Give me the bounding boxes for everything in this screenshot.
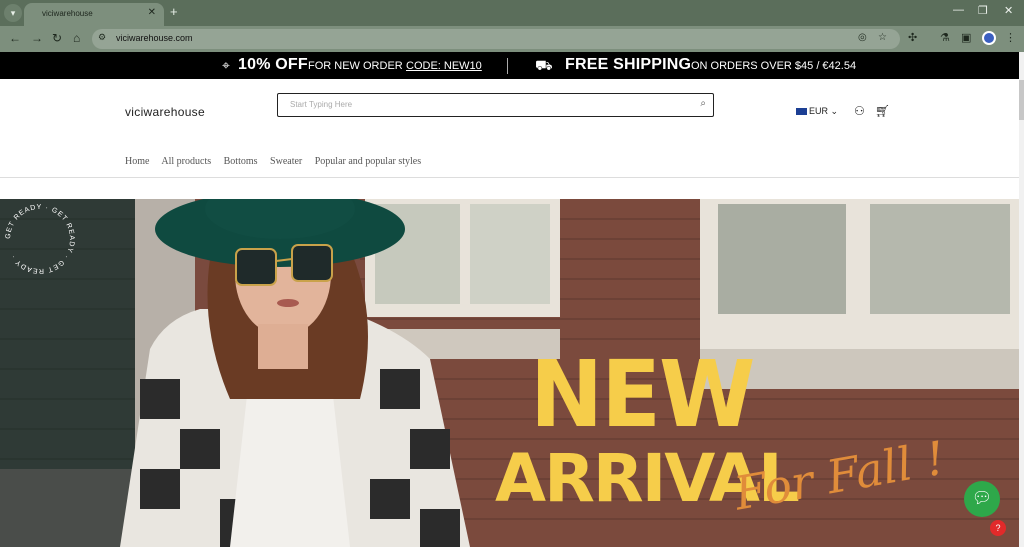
eu-flag-icon — [796, 108, 807, 116]
chevron-down-icon: ⌄ — [830, 106, 839, 116]
currency-label: EUR — [809, 106, 829, 116]
promo-bar: ⌖ 10% OFF FOR NEW ORDER CODE: NEW10 ⛟ FR… — [0, 52, 1019, 79]
address-bar[interactable]: ⚙ viciwarehouse.com ◎ ☆ — [92, 29, 900, 49]
search-placeholder: Start Typing Here — [290, 100, 353, 109]
url-text[interactable]: viciwarehouse.com — [116, 33, 193, 43]
close-window-icon[interactable]: ✕ — [1004, 4, 1013, 17]
promo-discount-text: FOR NEW ORDER — [308, 60, 403, 72]
forward-icon[interactable]: → — [31, 31, 43, 45]
site-info-icon[interactable]: ⚙ — [98, 32, 106, 43]
main-menu: Home All products Bottoms Sweater Popula… — [125, 156, 431, 167]
tab-title: viciwarehouse — [42, 9, 93, 18]
badge-text: GET READY · GET READY · GET READY · — [5, 204, 74, 274]
tab-search-icon[interactable]: ▾ — [4, 4, 22, 22]
truck-icon: ⛟ — [535, 57, 553, 73]
account-icon[interactable]: ⚇ — [854, 104, 865, 118]
cart-icon[interactable]: 🛒︎ — [875, 104, 890, 118]
back-icon[interactable]: ← — [9, 31, 21, 45]
eye-off-icon[interactable]: ◎ — [858, 32, 867, 43]
svg-text:GET READY · GET READY · GET RE: GET READY · GET READY · GET READY · — [5, 204, 75, 274]
promo-code[interactable]: CODE: NEW10 — [406, 60, 482, 72]
browser-tabstrip: ▾ viciwarehouse ✕ + — ❐ ✕ — [0, 0, 1024, 26]
chat-button[interactable]: 💬︎ — [964, 481, 1000, 517]
reload-icon[interactable]: ↻ — [52, 31, 62, 45]
promo-divider — [507, 58, 508, 74]
search-icon[interactable]: ⌕ — [700, 98, 706, 109]
promo-discount: 10% OFF — [238, 56, 308, 73]
minimize-icon[interactable]: — — [953, 4, 964, 16]
tag-icon: ⌖ — [222, 57, 230, 73]
currency-selector[interactable]: EUR ⌄ — [796, 106, 838, 117]
site-logo[interactable]: viciwarehouse — [125, 105, 205, 119]
browser-toolbar: ← → ↻ ⌂ ⚙ viciwarehouse.com ◎ ☆ ✣ ⚗ ▣ ⋮ — [0, 26, 1024, 52]
sidepanel-icon[interactable]: ▣ — [961, 31, 971, 44]
restore-icon[interactable]: ❐ — [978, 4, 988, 17]
menu-item-home[interactable]: Home — [125, 156, 149, 167]
menu-item-sweater[interactable]: Sweater — [270, 156, 302, 167]
page-scrollbar[interactable] — [1019, 52, 1024, 547]
get-ready-badge: GET READY · GET READY · GET READY · — [5, 204, 75, 274]
tab-close-icon[interactable]: ✕ — [148, 7, 156, 18]
hero-headline-new: NEW — [530, 341, 755, 448]
menu-dots-icon[interactable]: ⋮ — [1005, 31, 1016, 44]
menu-divider — [0, 177, 1019, 178]
scrollbar-thumb[interactable] — [1019, 80, 1024, 120]
new-tab-icon[interactable]: + — [170, 4, 178, 19]
promo-shipping: FREE SHIPPING — [565, 56, 692, 73]
browser-tab[interactable]: viciwarehouse ✕ — [24, 3, 164, 26]
bookmark-star-icon[interactable]: ☆ — [878, 32, 887, 43]
search-input[interactable]: Start Typing Here ⌕ — [277, 93, 714, 117]
profile-avatar[interactable] — [982, 31, 996, 45]
menu-item-bottoms[interactable]: Bottoms — [224, 156, 258, 167]
menu-item-popular[interactable]: Popular and popular styles — [315, 156, 421, 167]
promo-shipping-text: ON ORDERS OVER $45 / €42.54 — [691, 60, 857, 72]
home-icon[interactable]: ⌂ — [73, 31, 80, 45]
hero-banner[interactable]: GET READY · GET READY · GET READY · NEW … — [0, 199, 1019, 547]
help-icon[interactable]: ? — [990, 520, 1006, 536]
menu-item-all-products[interactable]: All products — [161, 156, 211, 167]
extensions-icon[interactable]: ✣ — [908, 31, 917, 44]
labs-icon[interactable]: ⚗ — [940, 31, 950, 44]
